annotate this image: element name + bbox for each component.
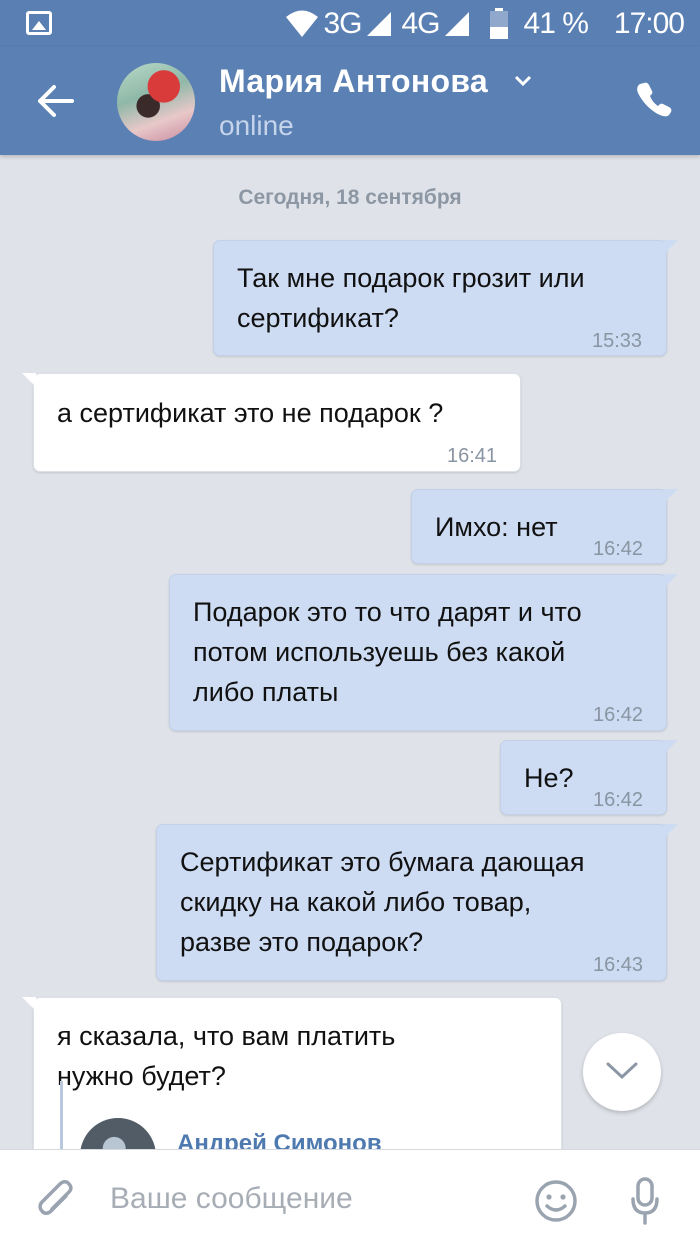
message-text: Сертификат это бумага дающая скидку на к… xyxy=(180,847,585,957)
message-time: 16:43 xyxy=(593,954,644,976)
contact-name[interactable]: Мария Антонова xyxy=(219,63,488,100)
outgoing-message[interactable]: Имхо: нет 16:42 xyxy=(411,489,678,564)
outgoing-message[interactable]: Так мне подарок грозит или сертификат? 1… xyxy=(213,240,678,356)
message-text: Имхо: нет xyxy=(435,512,558,542)
microphone-icon[interactable] xyxy=(630,1177,660,1225)
contact-avatar[interactable] xyxy=(117,63,195,141)
message-text: а сертификат это не подарок ? xyxy=(57,398,444,428)
message-time: 15:33 xyxy=(592,330,643,352)
outgoing-message[interactable]: Сертификат это бумага дающая скидку на к… xyxy=(156,824,678,981)
clock: 17:00 xyxy=(613,7,685,40)
wifi-icon xyxy=(286,10,319,37)
back-arrow-icon[interactable] xyxy=(36,83,76,119)
chevron-down-icon[interactable] xyxy=(514,75,532,87)
message-text: Так мне подарок грозит или сертификат? xyxy=(237,263,585,333)
network-4g-label: 4G xyxy=(401,7,441,40)
phone-icon[interactable] xyxy=(636,81,672,117)
scroll-down-chevron-icon xyxy=(606,1062,638,1080)
message-text: я сказала, что вам платить нужно будет? xyxy=(57,1021,396,1091)
network-3g-label: 3G xyxy=(323,7,362,40)
message-input[interactable] xyxy=(110,1176,510,1222)
date-separator: Сегодня, 18 сентября xyxy=(238,186,462,209)
incoming-message[interactable]: а сертификат это не подарок ? 16:41 xyxy=(22,373,521,472)
emoji-icon[interactable] xyxy=(534,1179,578,1223)
message-composer xyxy=(0,1149,700,1244)
chat-header: Мария Антонова online xyxy=(0,47,700,155)
message-time: 16:41 xyxy=(447,445,498,467)
scroll-down-button[interactable] xyxy=(583,1033,661,1111)
contact-status: online xyxy=(219,110,294,141)
message-text: Подарок это то что дарят и что потом исп… xyxy=(193,597,582,707)
message-time: 16:42 xyxy=(593,538,644,560)
gallery-icon xyxy=(26,11,52,35)
paperclip-icon[interactable] xyxy=(36,1180,76,1224)
battery-icon xyxy=(489,8,508,39)
status-bar: 3G 4G 41 % 17:00 xyxy=(0,0,700,47)
message-time: 16:42 xyxy=(593,789,644,811)
signal-icon xyxy=(444,12,469,36)
message-text: Не? xyxy=(524,763,574,793)
outgoing-message[interactable]: Не? 16:42 xyxy=(500,740,678,815)
outgoing-message[interactable]: Подарок это то что дарят и что потом исп… xyxy=(169,574,678,731)
battery-percent: 41 % xyxy=(523,7,589,40)
message-time: 16:42 xyxy=(593,704,644,726)
status-indicators: 3G 4G 41 % 17:00 xyxy=(285,4,685,44)
signal-icon xyxy=(366,12,391,36)
